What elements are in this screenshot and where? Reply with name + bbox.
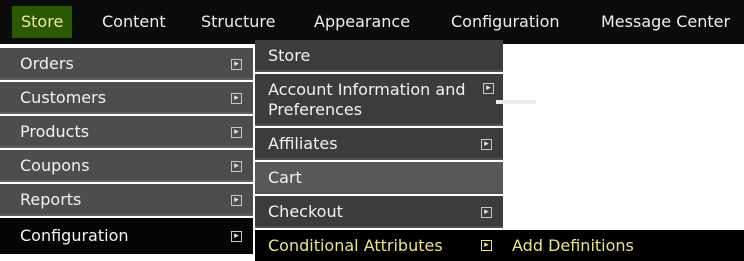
submenu-item-label: Account Information and Preferences [268, 80, 466, 119]
submenu-arrow-icon: ▸ [231, 231, 242, 242]
submenu-item-add-definitions[interactable]: Add Definitions [503, 230, 744, 261]
submenu-item-label: Cart [268, 168, 302, 187]
menu-item-reports[interactable]: Reports ▸ [0, 184, 253, 216]
submenu-item-account-information[interactable]: Account Information and Preferences ▸ [255, 74, 503, 126]
menu-item-products[interactable]: Products ▸ [0, 116, 253, 148]
menu-item-orders[interactable]: Orders ▸ [0, 48, 253, 80]
submenu-item-label: Add Definitions [512, 236, 634, 255]
submenu-item-checkout[interactable]: Checkout ▸ [255, 196, 503, 228]
top-menu-content[interactable]: Content [93, 6, 175, 38]
submenu-arrow-icon: ▸ [231, 59, 242, 70]
submenu-item-label: Store [268, 46, 311, 65]
top-menu-bar: Store Content Structure Appearance Confi… [0, 0, 744, 44]
top-menu-store[interactable]: Store [12, 6, 73, 38]
submenu-item-label: Affiliates [268, 134, 338, 153]
menu-item-coupons[interactable]: Coupons ▸ [0, 150, 253, 182]
submenu-arrow-icon: ▸ [231, 195, 242, 206]
menu-item-label: Configuration [20, 226, 129, 245]
submenu-arrow-icon: ▸ [231, 93, 242, 104]
submenu-item-label: Checkout [268, 202, 343, 221]
submenu-item-affiliates[interactable]: Affiliates ▸ [255, 128, 503, 160]
menu-item-customers[interactable]: Customers ▸ [0, 82, 253, 114]
submenu-item-conditional-attributes[interactable]: Conditional Attributes ▸ [255, 230, 503, 261]
submenu-arrow-icon: ▸ [481, 139, 492, 150]
top-menu-message-center[interactable]: Message Center [592, 6, 739, 38]
top-menu-configuration[interactable]: Configuration [442, 6, 569, 38]
submenu-arrow-icon: ▸ [231, 127, 242, 138]
menu-item-configuration[interactable]: Configuration ▸ [0, 218, 253, 254]
menu-item-label: Products [20, 122, 90, 141]
menu-item-label: Orders [20, 54, 74, 73]
submenu-arrow-icon: ▸ [231, 161, 242, 172]
menu-shadow-divider [496, 100, 536, 104]
top-menu-appearance[interactable]: Appearance [305, 6, 419, 38]
submenu-arrow-icon: ▸ [483, 83, 494, 94]
submenu-item-cart[interactable]: Cart [255, 162, 503, 194]
menu-item-label: Coupons [20, 156, 90, 175]
submenu-arrow-icon: ▸ [481, 207, 492, 218]
submenu-arrow-icon: ▸ [481, 240, 492, 251]
menu-item-label: Reports [20, 190, 82, 209]
menu-item-label: Customers [20, 88, 107, 107]
submenu-item-store[interactable]: Store [255, 40, 503, 72]
submenu-item-label: Conditional Attributes [268, 236, 443, 255]
top-menu-structure[interactable]: Structure [192, 6, 284, 38]
